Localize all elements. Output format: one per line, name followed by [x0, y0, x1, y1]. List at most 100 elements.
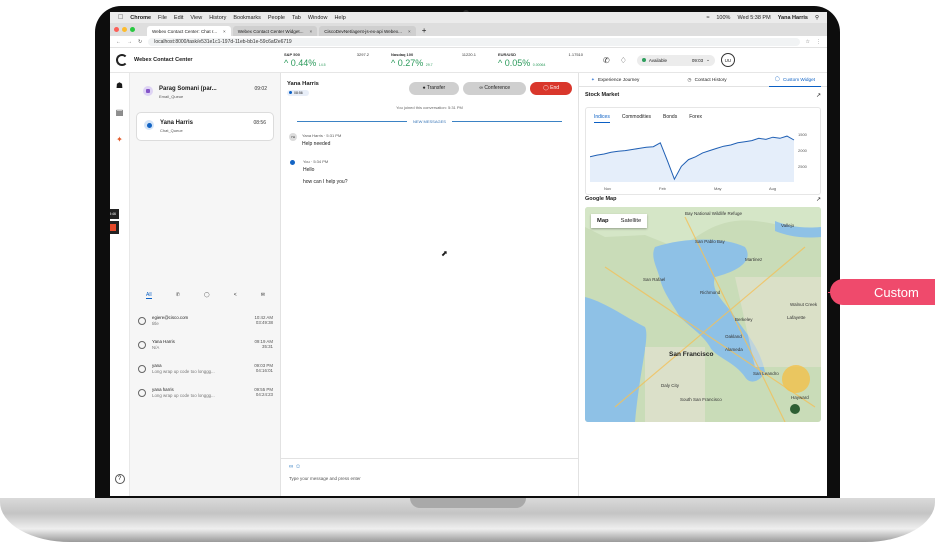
message-time: 5:31 PM [326, 133, 342, 138]
stock-tab-indices[interactable]: Indices [594, 114, 610, 123]
menu-help[interactable]: Help [334, 15, 345, 21]
close-tab-icon[interactable]: × [408, 29, 411, 34]
close-tab-icon[interactable]: × [223, 29, 226, 34]
history-sub: Long wrap up code too longgg... [152, 369, 215, 374]
tab-contact-history[interactable]: ◷ Contact History [681, 73, 732, 87]
task-item[interactable]: Yana Harris Chat_Queue 08:56 [136, 112, 274, 141]
history-item[interactable]: Yana Harris N/A 09:19 AM 35:31 [130, 333, 281, 357]
analytics-icon[interactable]: ▤ [116, 108, 124, 117]
map-marker-cluster[interactable] [782, 365, 810, 393]
browser-tab[interactable]: Webex Contact Center: Chat r... × [147, 26, 231, 36]
end-icon: ◯ [543, 85, 551, 91]
map-type-satellite[interactable]: Satellite [615, 214, 648, 228]
google-map[interactable]: Map Satellite Bay National Wildlife Refu… [585, 207, 821, 422]
stock-tab-bonds[interactable]: Bonds [663, 114, 677, 123]
menu-view[interactable]: View [190, 15, 202, 21]
back-icon[interactable]: ← [116, 39, 121, 45]
email-icon [143, 86, 153, 96]
chat-filter-icon[interactable]: ◯ [204, 292, 210, 299]
reload-icon[interactable]: ↻ [138, 39, 142, 45]
menu-window[interactable]: Window [308, 15, 328, 21]
stock-tab-commodities[interactable]: Commodities [622, 114, 651, 123]
avatar[interactable]: UU [720, 53, 735, 67]
clock[interactable]: Wed 5:38 PM [737, 15, 770, 21]
map-label: Martinez [745, 257, 763, 262]
map-marker[interactable] [790, 404, 800, 414]
expand-icon[interactable]: ↗ [816, 196, 821, 203]
tab-custom-widget[interactable]: ◯ Custom Widget [768, 73, 821, 87]
new-tab-button[interactable]: + [418, 26, 431, 36]
end-label: End [550, 85, 560, 91]
map-label: Bay National Wildlife Refuge [685, 211, 743, 216]
phone-filter-icon[interactable]: ✆ [176, 292, 180, 299]
agent-state-timer: 09:03 [691, 57, 704, 63]
history-item[interactable]: yana harris Long wrap up code too longgg.… [130, 381, 281, 405]
tab-experience-journey[interactable]: ✦ Experience Journey [585, 73, 645, 87]
recording-timer: 3:46 [110, 209, 119, 219]
close-tab-icon[interactable]: × [310, 29, 313, 34]
menu-edit[interactable]: Edit [174, 15, 183, 21]
agent-state-dropdown[interactable]: Available 09:03 ⌄ [636, 54, 715, 66]
ticker-points: 0.00064 [532, 63, 546, 67]
window-controls [114, 23, 135, 36]
browser-tab[interactable]: Webex Contact Center Widget... × [232, 26, 318, 36]
customer-name: Yana Harris [287, 80, 319, 87]
message-input[interactable]: Type your message and press enter [289, 476, 571, 481]
share-filter-icon[interactable]: < [234, 292, 237, 299]
minimize-window-button[interactable] [122, 27, 127, 32]
close-window-button[interactable] [114, 27, 119, 32]
menu-bookmarks[interactable]: Bookmarks [233, 15, 261, 21]
map-label: Richmond [700, 290, 721, 295]
map-label: San Pablo Bay [695, 239, 725, 244]
home-icon[interactable]: ☗ [116, 81, 123, 90]
help-icon[interactable]: ? [114, 474, 125, 484]
end-button[interactable]: ◯ End [530, 81, 572, 95]
message-text: Help needed [302, 141, 331, 147]
map-label: Oakland [725, 334, 742, 339]
emoji-icon[interactable]: ☺ [295, 464, 301, 470]
menu-people[interactable]: People [268, 15, 285, 21]
menu-history[interactable]: History [209, 15, 226, 21]
star-icon[interactable]: ☆ [806, 39, 810, 45]
elapsed-time: 08:56 [294, 90, 303, 95]
search-icon[interactable]: ⚲ [815, 15, 819, 21]
battery-level[interactable]: 100% [716, 15, 730, 21]
wifi-icon[interactable]: ≈ [706, 15, 709, 21]
page:  Chrome File Edit View History Bookmark… [0, 0, 935, 550]
widget-icon[interactable]: ✦ [116, 135, 123, 144]
webex-logo-icon [116, 54, 128, 66]
tab-custom-widget-label: Custom Widget [782, 76, 815, 82]
expand-icon[interactable]: ↗ [816, 92, 821, 99]
phone-icon[interactable]: ✆ [603, 56, 610, 65]
task-item[interactable]: Parag Somani (par... Email_Queue 09:02 [136, 79, 274, 106]
more-icon[interactable]: ⋮ [816, 39, 821, 45]
attach-icon[interactable]: ∞ [289, 464, 293, 470]
stop-recording-button[interactable] [110, 221, 119, 234]
history-from: yana harris [152, 387, 174, 392]
transfer-button[interactable]: ♠ Transfer [408, 81, 460, 95]
apple-icon[interactable]:  [118, 14, 123, 21]
menu-app-name[interactable]: Chrome [130, 15, 151, 21]
zoom-window-button[interactable] [130, 27, 135, 32]
map-type-map[interactable]: Map [591, 214, 615, 228]
stock-tab-forex[interactable]: Forex [689, 114, 702, 123]
browser-tab[interactable]: CiscoDevNet/agent-js-ex-api Webex... × [319, 26, 416, 36]
bell-icon[interactable]: ♢ [620, 56, 627, 65]
history-item[interactable]: yana Long wrap up code too longgg... 09:0… [130, 357, 281, 381]
menubar-user[interactable]: Yana Harris [778, 15, 808, 21]
forward-icon[interactable]: → [127, 39, 132, 45]
y-tick-label: 1500 [798, 132, 808, 137]
email-filter-icon[interactable]: ✉ [261, 292, 265, 299]
message-composer[interactable]: ∞ ☺ Type your message and press enter [281, 458, 579, 496]
address-input[interactable]: localhost:8000/task/e531e1c1-197d-11eb-b… [148, 37, 800, 46]
ticker-symbol: S&P 500 [284, 52, 300, 57]
history-item[interactable]: egiere@cisco.com title 10:42 AM 03:49:38 [130, 309, 281, 333]
conference-button[interactable]: ∞ Conference [463, 81, 527, 95]
tab-experience-journey-label: Experience Journey [597, 77, 640, 82]
menu-tab[interactable]: Tab [292, 15, 301, 21]
chat-icon [144, 120, 154, 130]
message: You · 5:34 PM Hello how can I help you? [281, 159, 578, 185]
menu-file[interactable]: File [158, 15, 167, 21]
filter-all[interactable]: All [146, 292, 152, 299]
map-label: Alameda [725, 347, 743, 352]
